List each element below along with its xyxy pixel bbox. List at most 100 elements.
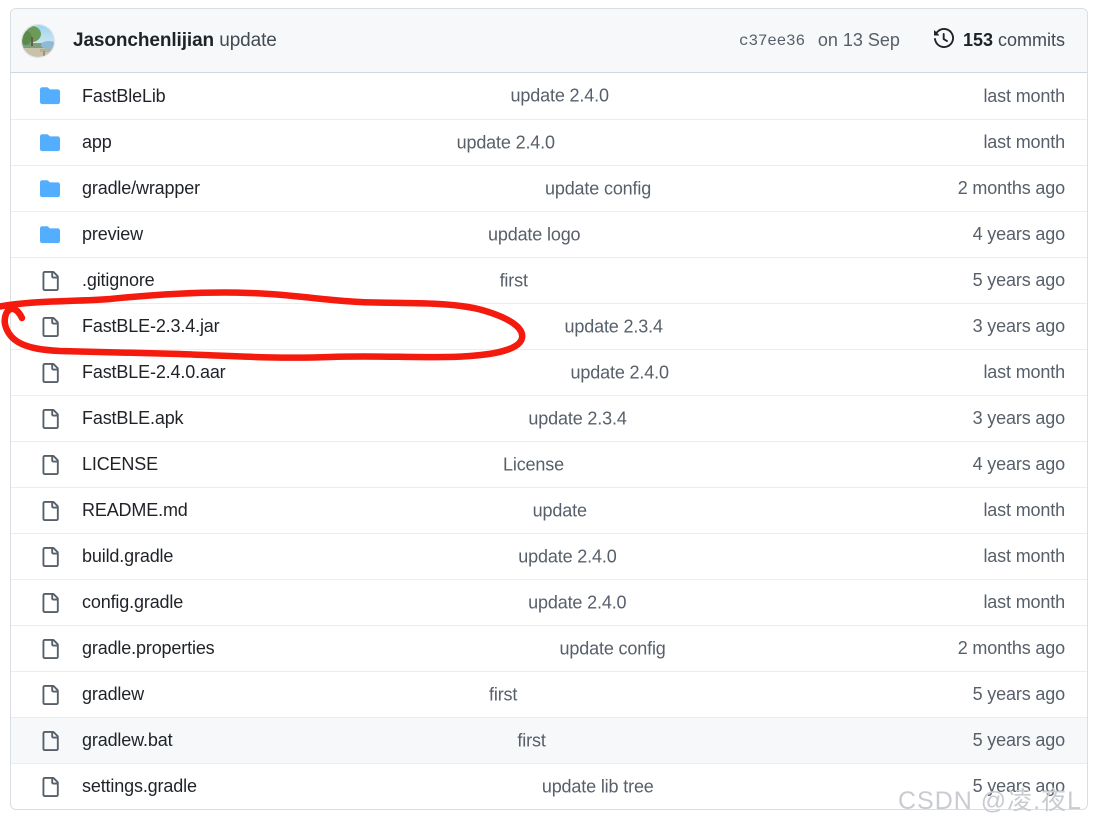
file-name-link[interactable]: FastBleLib xyxy=(82,86,166,107)
commit-message-cell: update config xyxy=(200,166,958,211)
commits-word: commits xyxy=(998,30,1065,50)
file-commit-message[interactable]: first xyxy=(517,730,545,751)
file-name-link[interactable]: preview xyxy=(82,224,143,245)
history-icon xyxy=(933,27,954,53)
file-commit-message[interactable]: update 2.4.0 xyxy=(518,546,616,567)
file-commit-time: 2 months ago xyxy=(957,178,1065,198)
commit-message-cell: first xyxy=(155,258,973,303)
file-name-link[interactable]: gradlew.bat xyxy=(82,730,173,751)
file-icon xyxy=(39,270,61,291)
file-row[interactable]: gradle.properties update config 2 months a… xyxy=(11,625,1087,671)
file-row[interactable]: README.md update last month xyxy=(11,487,1087,533)
file-commit-time: 4 years ago xyxy=(972,224,1066,244)
file-commit-message[interactable]: update 2.3.4 xyxy=(528,408,626,429)
file-row[interactable]: app update 2.4.0 last month xyxy=(11,119,1087,165)
file-row[interactable]: FastBLE-2.3.4.jar update 2.3.4 3 years ago xyxy=(11,303,1087,349)
commit-author[interactable]: Jasonchenlijian xyxy=(73,30,214,51)
commit-message-cell: update lib tree xyxy=(197,764,973,809)
file-name-link[interactable]: settings.gradle xyxy=(82,776,197,797)
csdn-watermark: CSDN @凌.夜L xyxy=(897,787,1082,815)
folder-icon xyxy=(39,225,61,245)
commit-message-cell: first xyxy=(144,672,973,717)
commit-meta: c37ee36 on 13 Sep 153 commits xyxy=(739,27,1065,53)
commit-sha[interactable]: c37ee36 xyxy=(739,32,805,50)
file-commit-message[interactable]: update 2.4.0 xyxy=(457,132,555,153)
file-commit-message[interactable]: License xyxy=(503,454,564,475)
file-commit-time: last month xyxy=(983,546,1065,566)
folder-icon xyxy=(39,179,61,199)
file-row[interactable]: .gitignore first 5 years ago xyxy=(11,257,1087,303)
file-row[interactable]: gradle/wrapper update config 2 months ago xyxy=(11,165,1087,211)
file-name-link[interactable]: app xyxy=(82,132,112,153)
file-list: FastBleLib update 2.4.0 last month app updat… xyxy=(11,73,1087,809)
file-commit-time: 5 years ago xyxy=(972,270,1066,290)
commit-message-cell: first xyxy=(172,718,972,763)
file-icon xyxy=(39,730,61,751)
file-row[interactable]: LICENSE License 4 years ago xyxy=(11,441,1087,487)
file-icon xyxy=(39,684,61,705)
commit-message-cell: update 2.3.4 xyxy=(220,304,973,349)
file-icon xyxy=(39,362,61,383)
commit-date: on 13 Sep xyxy=(817,30,900,50)
file-commit-time: last month xyxy=(983,132,1065,152)
file-icon xyxy=(39,408,61,429)
repository-file-listing: Jasonchenlijian update c37ee36 on 13 Sep… xyxy=(10,8,1088,810)
file-commit-message[interactable]: first xyxy=(500,270,528,291)
file-name-link[interactable]: config.gradle xyxy=(82,592,183,613)
file-commit-time: last month xyxy=(983,85,1065,106)
file-name-link[interactable]: FastBLE.apk xyxy=(82,408,184,429)
commit-message-cell: update 2.4.0 xyxy=(112,120,984,165)
file-icon xyxy=(39,500,61,521)
file-name-link[interactable]: build.gradle xyxy=(82,546,173,567)
commit-count-number: 153 xyxy=(962,30,993,50)
file-row[interactable]: FastBLE-2.4.0.aar update 2.4.0 last month xyxy=(11,349,1087,395)
commit-message-cell: update 2.3.4 xyxy=(183,396,972,441)
file-commit-time: 5 years ago xyxy=(972,730,1066,750)
file-name-link[interactable]: gradle/wrapper xyxy=(82,178,200,199)
file-icon xyxy=(39,316,61,337)
file-commit-time: 4 years ago xyxy=(972,454,1066,474)
file-name-link[interactable]: FastBLE-2.3.4.jar xyxy=(82,316,220,337)
file-row[interactable]: preview update logo 4 years ago xyxy=(11,211,1087,257)
file-name-link[interactable]: gradlew xyxy=(82,684,144,705)
file-commit-message[interactable]: update xyxy=(533,500,587,521)
avatar[interactable] xyxy=(21,23,55,58)
file-name-link[interactable]: README.md xyxy=(82,500,188,521)
file-commit-message[interactable]: update logo xyxy=(488,224,581,245)
file-commit-message[interactable]: update 2.4.0 xyxy=(571,362,669,383)
latest-commit-message[interactable]: update xyxy=(219,30,277,51)
file-commit-message[interactable]: update 2.4.0 xyxy=(528,592,626,613)
file-commit-message[interactable]: update lib tree xyxy=(542,776,654,797)
file-name-link[interactable]: FastBLE-2.4.0.aar xyxy=(82,362,226,383)
file-commit-time: 3 years ago xyxy=(972,316,1066,336)
file-row[interactable]: config.gradle update 2.4.0 last month xyxy=(11,579,1087,625)
file-name-link[interactable]: LICENSE xyxy=(82,454,158,475)
commits-link[interactable]: 153 commits xyxy=(933,27,1065,53)
file-commit-message[interactable]: update config xyxy=(545,178,651,199)
file-row[interactable]: build.gradle update 2.4.0 last month xyxy=(11,533,1087,579)
folder-icon xyxy=(39,133,61,153)
file-icon xyxy=(39,592,61,613)
file-commit-message[interactable]: update config xyxy=(560,638,666,659)
file-commit-message[interactable]: update 2.4.0 xyxy=(511,86,609,107)
latest-commit-header: Jasonchenlijian update c37ee36 on 13 Sep… xyxy=(11,9,1087,73)
file-row[interactable]: gradlew.bat first 5 years ago xyxy=(11,717,1087,763)
commit-message-cell: update logo xyxy=(143,212,973,257)
commit-message-cell: update 2.4.0 xyxy=(173,534,983,579)
file-name-link[interactable]: .gitignore xyxy=(82,270,155,291)
file-name-link[interactable]: gradle.properties xyxy=(82,638,215,659)
file-commit-time: last month xyxy=(983,500,1065,520)
file-row[interactable]: gradlew first 5 years ago xyxy=(11,671,1087,717)
file-commit-time: 2 months ago xyxy=(957,638,1065,658)
commit-message-cell: update xyxy=(188,488,984,533)
file-row[interactable]: FastBleLib update 2.4.0 last month xyxy=(11,73,1087,119)
file-row[interactable]: FastBLE.apk update 2.3.4 3 years ago xyxy=(11,395,1087,441)
file-commit-message[interactable]: update 2.3.4 xyxy=(565,316,663,337)
file-commit-message[interactable]: first xyxy=(489,684,517,705)
file-commit-time: last month xyxy=(983,592,1065,612)
commit-message-cell: License xyxy=(158,442,973,487)
commit-message-cell: update 2.4.0 xyxy=(183,580,983,625)
file-commit-time: 3 years ago xyxy=(972,408,1066,428)
folder-icon xyxy=(39,86,61,106)
file-icon xyxy=(39,638,61,659)
